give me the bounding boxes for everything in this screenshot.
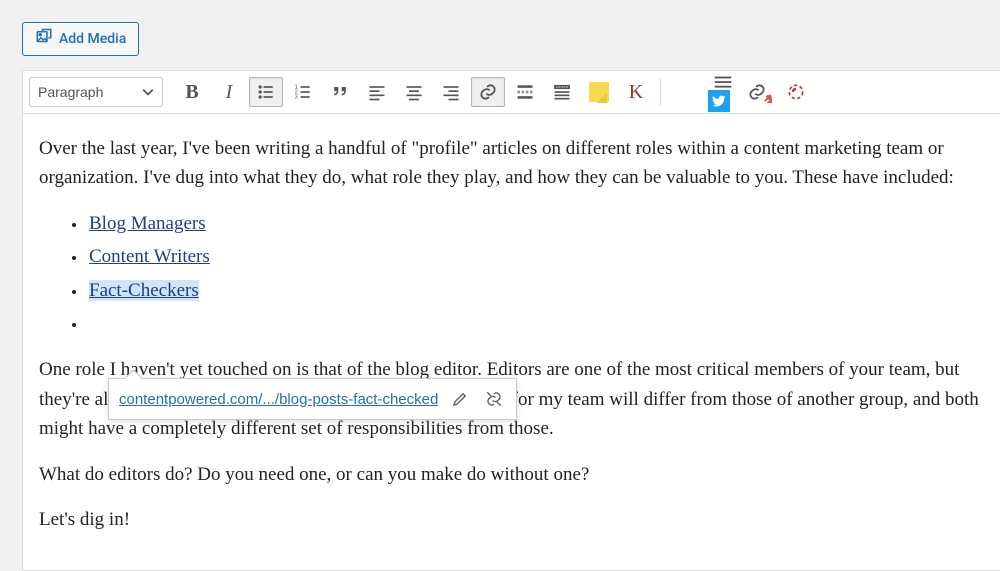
- link-button[interactable]: [471, 77, 505, 107]
- chevron-down-icon: [142, 86, 154, 98]
- twitter-button[interactable]: [705, 77, 739, 107]
- sticky-note-icon: [589, 82, 609, 102]
- align-right-button[interactable]: [434, 77, 468, 107]
- pencil-icon: [451, 390, 469, 408]
- add-media-button[interactable]: Add Media: [22, 22, 139, 56]
- link-popover: contentpowered.com/.../blog-posts-fact-c…: [108, 378, 517, 420]
- toolbar-toggle-button[interactable]: [545, 77, 579, 107]
- remove-link-button[interactable]: [482, 387, 506, 411]
- toolbar-separator: [660, 78, 661, 106]
- list-item-empty[interactable]: [87, 309, 984, 337]
- bulleted-list-button[interactable]: [249, 77, 283, 107]
- blockquote-button[interactable]: [323, 77, 357, 107]
- italic-button[interactable]: I: [212, 77, 246, 107]
- media-icon: [35, 28, 53, 50]
- editor-panel: Paragraph B I 123: [22, 70, 1000, 571]
- svg-text:3: 3: [295, 95, 298, 101]
- format-select[interactable]: Paragraph: [29, 77, 163, 107]
- list-item: Blog Managers: [87, 209, 984, 238]
- link-popover-url[interactable]: contentpowered.com/.../blog-posts-fact-c…: [119, 391, 438, 408]
- paragraph[interactable]: What do editors do? Do you need one, or …: [39, 460, 984, 489]
- unlink-icon: [485, 390, 503, 408]
- keyboard-button[interactable]: K: [619, 77, 653, 107]
- link-blog-managers[interactable]: Blog Managers: [89, 213, 206, 234]
- read-more-button[interactable]: [508, 77, 542, 107]
- numbered-list-button[interactable]: 123: [286, 77, 320, 107]
- link-content-writers[interactable]: Content Writers: [89, 246, 210, 267]
- bold-button[interactable]: B: [175, 77, 209, 107]
- editor-content[interactable]: Over the last year, I've been writing a …: [23, 114, 1000, 570]
- clear-formatting-button[interactable]: [779, 77, 813, 107]
- format-select-label: Paragraph: [38, 84, 103, 100]
- affiliate-link-button[interactable]: [742, 77, 776, 107]
- editor-toolbar: Paragraph B I 123: [23, 71, 1000, 114]
- add-media-label: Add Media: [59, 31, 126, 47]
- bulleted-list[interactable]: Blog Managers Content Writers Fact-Check…: [39, 209, 984, 337]
- sticky-note-button[interactable]: [582, 77, 616, 107]
- align-left-button[interactable]: [360, 77, 394, 107]
- paragraph[interactable]: Let's dig in!: [39, 505, 984, 534]
- twitter-icon: [708, 90, 730, 112]
- list-item: Content Writers: [87, 242, 984, 271]
- paragraph[interactable]: Over the last year, I've been writing a …: [39, 134, 984, 193]
- list-item: Fact-Checkers: [87, 276, 984, 305]
- align-center-button[interactable]: [397, 77, 431, 107]
- link-fact-checkers[interactable]: Fact-Checkers: [89, 280, 199, 301]
- edit-link-button[interactable]: [448, 387, 472, 411]
